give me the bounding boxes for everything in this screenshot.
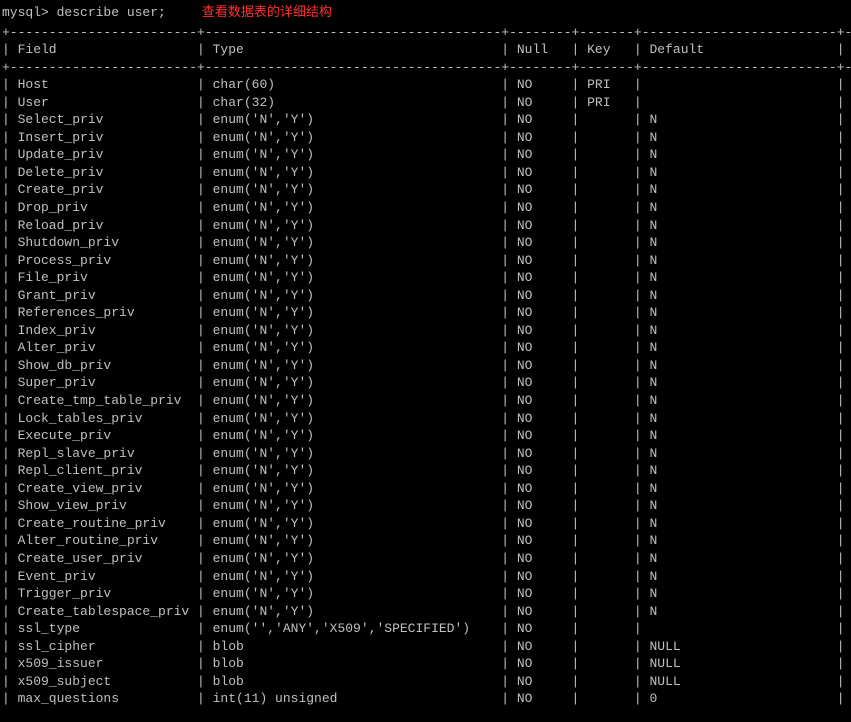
table-row: | Super_priv | enum('N','Y') | NO | | N … [2, 374, 849, 392]
table-row: | ssl_cipher | blob | NO | | NULL | | [2, 638, 849, 656]
table-row: | Create_tablespace_priv | enum('N','Y')… [2, 603, 849, 621]
table-row: | Alter_routine_priv | enum('N','Y') | N… [2, 532, 849, 550]
annotation-label: 查看数据表的详细结构 [202, 5, 332, 20]
table-row: | Create_user_priv | enum('N','Y') | NO … [2, 550, 849, 568]
table-row: | Select_priv | enum('N','Y') | NO | | N… [2, 111, 849, 129]
table-row: | Alter_priv | enum('N','Y') | NO | | N … [2, 339, 849, 357]
table-row: | Create_tmp_table_priv | enum('N','Y') … [2, 392, 849, 410]
table-row: | References_priv | enum('N','Y') | NO |… [2, 304, 849, 322]
table-row: | Process_priv | enum('N','Y') | NO | | … [2, 252, 849, 270]
table-row: | Index_priv | enum('N','Y') | NO | | N … [2, 322, 849, 340]
table-row: | Trigger_priv | enum('N','Y') | NO | | … [2, 585, 849, 603]
table-row: | Repl_client_priv | enum('N','Y') | NO … [2, 462, 849, 480]
table-row: | Show_db_priv | enum('N','Y') | NO | | … [2, 357, 849, 375]
prompt-text: mysql> describe user; [2, 5, 166, 20]
table-row: | Create_view_priv | enum('N','Y') | NO … [2, 480, 849, 498]
table-separator: +------------------------+--------------… [2, 24, 849, 42]
table-row: | Execute_priv | enum('N','Y') | NO | | … [2, 427, 849, 445]
table-row: | Update_priv | enum('N','Y') | NO | | N… [2, 146, 849, 164]
table-row: | Shutdown_priv | enum('N','Y') | NO | |… [2, 234, 849, 252]
table-row: | Repl_slave_priv | enum('N','Y') | NO |… [2, 445, 849, 463]
table-row: | Host | char(60) | NO | PRI | | | [2, 76, 849, 94]
describe-output-table: +------------------------+--------------… [2, 24, 849, 708]
table-row: | Drop_priv | enum('N','Y') | NO | | N |… [2, 199, 849, 217]
table-row: | Create_routine_priv | enum('N','Y') | … [2, 515, 849, 533]
mysql-prompt[interactable]: mysql> describe user; 查看数据表的详细结构 [2, 4, 849, 22]
table-row: | x509_issuer | blob | NO | | NULL | | [2, 655, 849, 673]
table-row: | max_questions | int(11) unsigned | NO … [2, 690, 849, 708]
table-row: | Event_priv | enum('N','Y') | NO | | N … [2, 568, 849, 586]
table-row: | Grant_priv | enum('N','Y') | NO | | N … [2, 287, 849, 305]
table-row: | x509_subject | blob | NO | | NULL | | [2, 673, 849, 691]
table-row: | File_priv | enum('N','Y') | NO | | N |… [2, 269, 849, 287]
table-row: | Reload_priv | enum('N','Y') | NO | | N… [2, 217, 849, 235]
table-row: | ssl_type | enum('','ANY','X509','SPECI… [2, 620, 849, 638]
table-row: | Insert_priv | enum('N','Y') | NO | | N… [2, 129, 849, 147]
table-row: | Show_view_priv | enum('N','Y') | NO | … [2, 497, 849, 515]
table-row: | Create_priv | enum('N','Y') | NO | | N… [2, 181, 849, 199]
table-header-row: | Field | Type | Null | Key | Default | … [2, 41, 849, 59]
table-row: | Delete_priv | enum('N','Y') | NO | | N… [2, 164, 849, 182]
table-row: | User | char(32) | NO | PRI | | | [2, 94, 849, 112]
table-separator: +------------------------+--------------… [2, 59, 849, 77]
table-row: | Lock_tables_priv | enum('N','Y') | NO … [2, 410, 849, 428]
